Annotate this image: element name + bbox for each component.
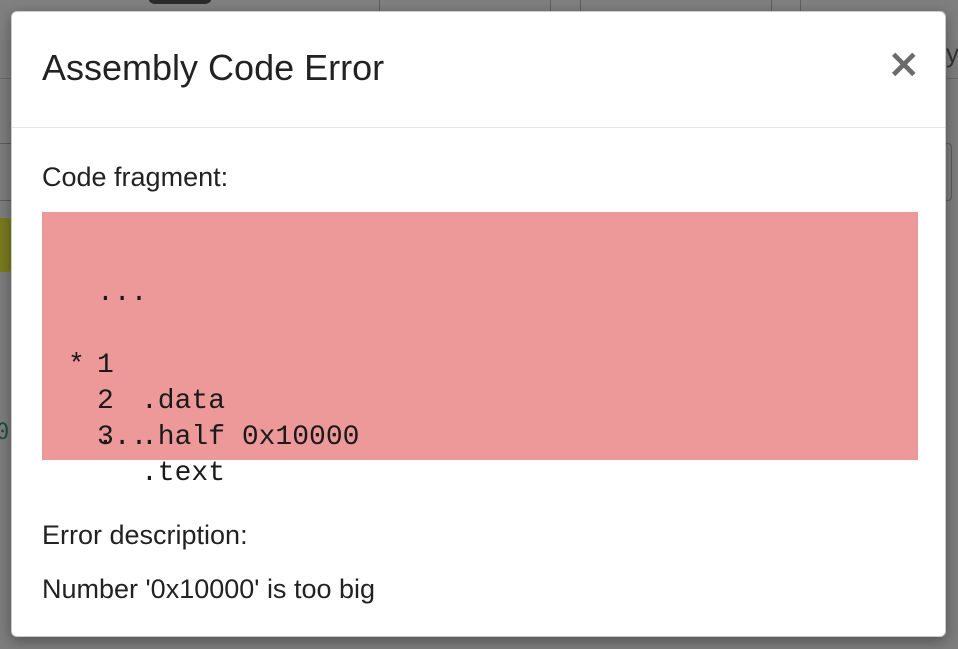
dialog-header: Assembly Code Error ×	[12, 12, 945, 128]
code-line: 3 .text	[42, 348, 918, 489]
code-line-error: * 2 .half 0x10000	[42, 312, 918, 453]
code-fragment-box: ... 1 .data * 2 .half 0x10000 3 .text ..…	[42, 212, 918, 489]
code-line-text: .text	[141, 458, 226, 489]
background-text-fragment: 0	[0, 420, 10, 445]
dialog-title: Assembly Code Error	[42, 47, 385, 88]
error-dialog: Assembly Code Error × Code fragment: ...…	[11, 11, 946, 637]
background-pill	[148, 0, 212, 4]
background-text-fragment: y	[946, 38, 958, 68]
code-ellipsis: ...	[97, 422, 148, 453]
code-ellipsis-line: ...	[42, 240, 918, 309]
code-line: 1 .data	[42, 276, 918, 417]
error-message: Number '0x10000' is too big	[42, 574, 376, 604]
error-description-label: Error description:	[42, 520, 248, 550]
code-ellipsis-line: ...	[42, 384, 918, 453]
code-fragment-label: Code fragment:	[42, 162, 229, 192]
close-button[interactable]: ×	[887, 44, 921, 84]
